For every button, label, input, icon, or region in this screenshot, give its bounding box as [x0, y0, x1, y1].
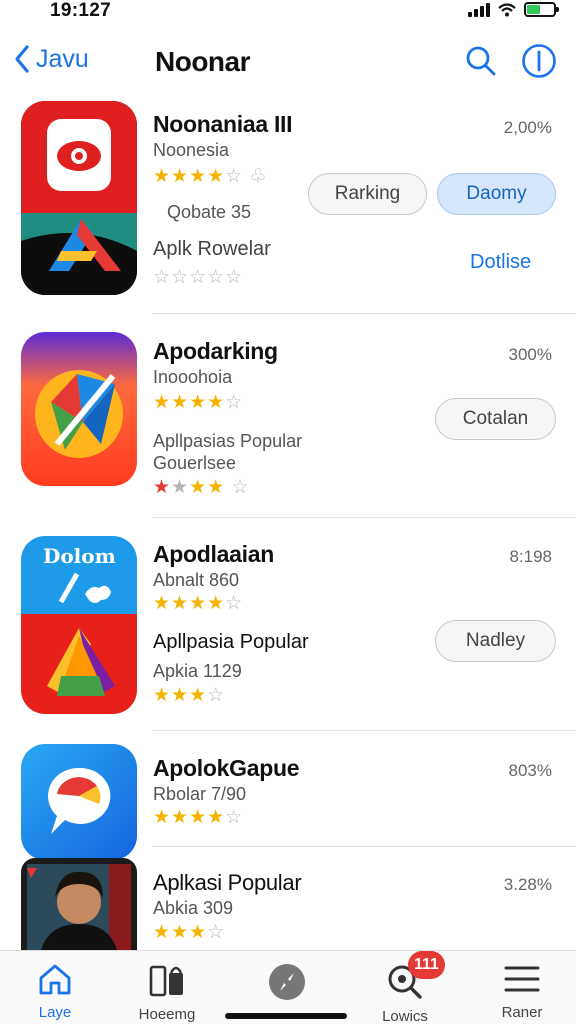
- nadley-button[interactable]: Nadley: [435, 620, 556, 662]
- star-rating: ★★★★ ☆: [153, 477, 250, 498]
- rating-text: Qobate 35: [167, 202, 252, 222]
- tab-home[interactable]: Laye: [10, 963, 100, 1021]
- star-rating: ★★★★☆ ♧: [153, 166, 268, 187]
- back-label: Javu: [36, 44, 89, 73]
- app-developer: Rbolar 7/90: [153, 784, 247, 804]
- app-title[interactable]: ApolokGapue: [153, 755, 300, 782]
- back-button[interactable]: Javu: [14, 44, 89, 74]
- bag-icon: [149, 965, 183, 997]
- app-icon[interactable]: [21, 744, 137, 860]
- tab-label: Raner: [501, 1004, 543, 1021]
- camera-app-icon: [21, 101, 137, 295]
- secondary-app-title[interactable]: Apllpasia Popular: [153, 631, 309, 654]
- tab-compass[interactable]: [242, 963, 332, 1010]
- cotalan-button[interactable]: Cotalan: [435, 398, 556, 440]
- app-icon[interactable]: Dolom: [21, 536, 137, 714]
- download-count: 803%: [508, 761, 552, 780]
- app-developer: Abnalt 860: [153, 570, 240, 590]
- page-title: Noonar: [155, 46, 251, 77]
- divider: [152, 517, 576, 518]
- ranking-button[interactable]: Rarking: [308, 173, 427, 215]
- home-indicator[interactable]: [225, 1013, 347, 1019]
- app-title[interactable]: Apodlaaian: [153, 541, 274, 568]
- star-rating: ★★★★☆: [153, 807, 244, 828]
- star-rating: ★★★★☆: [153, 392, 244, 413]
- app-title[interactable]: Apodarking: [153, 338, 278, 365]
- battery-icon: [524, 2, 559, 17]
- download-count: 3.28%: [503, 875, 552, 894]
- menu-icon: [504, 966, 540, 992]
- app-icon[interactable]: [21, 332, 137, 486]
- icon-text: Dolom: [43, 544, 116, 568]
- chevron-left-icon: [15, 45, 29, 73]
- notification-badge: 111: [408, 951, 445, 979]
- app-icon[interactable]: [21, 858, 137, 950]
- download-count: 300%: [508, 345, 552, 364]
- detail-line: Gouerlsee: [153, 453, 237, 473]
- detail-link[interactable]: Dotlise: [470, 251, 531, 274]
- app-title[interactable]: Noonaniaa III: [153, 111, 293, 138]
- tab-label: Hoeemg: [138, 1006, 196, 1023]
- daomy-button[interactable]: Daomy: [437, 173, 556, 215]
- status-icons: [468, 2, 559, 17]
- compass-icon: [269, 964, 305, 1000]
- download-count: 2,00%: [503, 118, 552, 137]
- tab-label: Laye: [38, 1004, 72, 1021]
- home-icon: [39, 964, 71, 995]
- star-rating: ★★★☆: [153, 685, 226, 706]
- wifi-icon: [498, 2, 516, 16]
- chat-app-icon: [21, 744, 137, 860]
- app-developer: Noonesia: [153, 140, 230, 160]
- download-count: 8:198: [509, 547, 552, 566]
- divider: [152, 846, 576, 847]
- nav-bar: Javu Noonar: [0, 36, 576, 92]
- status-bar: 19:127: [0, 0, 576, 26]
- star-rating: ★★★☆: [153, 922, 226, 943]
- star-rating: ☆☆☆☆☆: [153, 267, 244, 288]
- kite-app-icon: [21, 332, 137, 486]
- search-icon[interactable]: [464, 44, 498, 78]
- app-title[interactable]: Aplkasi Popular: [153, 870, 302, 896]
- divider: [152, 313, 576, 314]
- detail-line: Apllpasias Popular: [153, 431, 303, 451]
- secondary-app-developer: Apkia 1129: [153, 661, 242, 681]
- tab-search[interactable]: 111 Lowics: [360, 951, 450, 1024]
- tab-menu[interactable]: Raner: [477, 963, 567, 1021]
- tab-bag[interactable]: Hoeemg: [122, 963, 212, 1023]
- app-icon[interactable]: [21, 101, 137, 295]
- secondary-app-title[interactable]: Aplk Rowelar: [153, 238, 271, 261]
- signal-icon: [468, 2, 490, 17]
- tab-label: Lowics: [382, 1008, 428, 1024]
- avatar-app-icon: [21, 858, 137, 950]
- app-developer: Inooohoia: [153, 367, 233, 387]
- star-rating: ★★★★☆: [153, 593, 244, 614]
- status-time: 19:127: [50, 0, 111, 21]
- divider: [152, 730, 576, 731]
- app-developer: Abkia 309: [153, 898, 234, 918]
- info-icon[interactable]: [521, 43, 557, 79]
